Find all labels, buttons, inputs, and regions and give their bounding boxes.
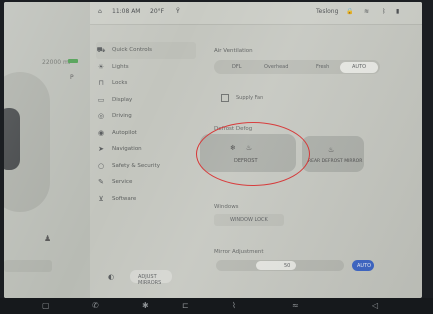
mirror-adjust-heading: Mirror Adjustment <box>214 249 264 255</box>
mirror-icon: ◐ <box>108 273 115 281</box>
sidebar-item-label: Navigation <box>112 146 142 153</box>
mirror-slider[interactable]: 50 <box>216 260 344 271</box>
steering-icon: ◎ <box>97 112 105 121</box>
seg-option-dfl[interactable]: DFL <box>232 64 242 70</box>
navigation-icon: ➤ <box>98 145 104 154</box>
car-icon: ⛟ <box>96 45 106 54</box>
sidebar-item-label: Autopilot <box>112 129 137 136</box>
adjust-mirrors-label: ADJUST MIRRORS <box>138 273 162 286</box>
highlight-annotation-circle <box>196 122 310 186</box>
seat-heat-icon[interactable]: ≈ <box>292 301 299 310</box>
window-lock-label: WINDOW LOCK <box>230 217 268 223</box>
bluetooth-icon: ᛒ <box>382 8 386 15</box>
supply-fan-label: Supply Fan <box>236 95 264 101</box>
sidebar-item-label: Display <box>112 96 133 103</box>
software-icon: ⊻ <box>98 194 104 203</box>
sidebar-item-display[interactable]: ▭ Display <box>96 92 196 109</box>
profile-name[interactable]: Teslong <box>316 8 338 15</box>
sidebar-item-autopilot[interactable]: ◉ Autopilot <box>96 125 196 142</box>
rear-defrost-icon: ♨ <box>328 146 335 154</box>
shield-icon: ○ <box>97 161 105 170</box>
sidebar-item-driving[interactable]: ◎ Driving <box>96 108 196 125</box>
sidebar-item-label: Safety & Security <box>112 162 160 169</box>
sidebar-item-locks[interactable]: ⊓ Locks <box>96 75 196 92</box>
ventilation-mode-selector[interactable]: DFL Overhead Fresh AUTO <box>214 60 380 74</box>
tire-icon: Ÿ <box>176 8 180 15</box>
touchscreen: 22000 mi P ♟ ⌂ 11:08 AM 20°F Ÿ Teslong 🔒… <box>4 2 422 298</box>
wifi-icon: ≋ <box>364 8 370 15</box>
seatbelt-icon: ♟ <box>44 234 52 243</box>
sidebar-item-safety[interactable]: ○ Safety & Security <box>96 158 196 175</box>
slider-value: 50 <box>284 262 291 269</box>
wrench-icon: ✎ <box>98 178 104 187</box>
temperature-icon[interactable]: ⌇ <box>232 301 236 310</box>
adjust-mirrors-button[interactable]: ADJUST MIRRORS <box>130 270 172 286</box>
sidebar-item-lights[interactable]: ☀ Lights <box>96 59 196 76</box>
car-icon[interactable]: ⌂ <box>98 8 102 15</box>
air-ventilation-heading: Air Ventilation <box>214 48 253 54</box>
seg-option-overhead[interactable]: Overhead <box>264 64 288 70</box>
drive-info-bar <box>4 260 52 272</box>
windows-heading: Windows <box>214 204 239 210</box>
seat-icon[interactable]: ⊏ <box>182 301 189 310</box>
sidebar-item-label: Lights <box>112 63 129 70</box>
sidebar-item-navigation[interactable]: ➤ Navigation <box>96 141 196 158</box>
phone-icon[interactable]: ✆ <box>92 301 99 310</box>
status-bar: ⌂ 11:08 AM 20°F Ÿ Teslong 🔒 ≋ ᛒ ▮ <box>90 2 422 25</box>
fan-icon[interactable]: ✱ <box>142 301 149 310</box>
volume-icon[interactable]: ◁ <box>372 301 378 310</box>
device-frame: 22000 mi P ♟ ⌂ 11:08 AM 20°F Ÿ Teslong 🔒… <box>0 0 433 314</box>
lights-icon: ☀ <box>97 62 105 71</box>
clock: 11:08 AM <box>112 8 141 15</box>
autopilot-icon: ◉ <box>97 128 105 137</box>
seg-option-fresh[interactable]: Fresh <box>316 64 329 70</box>
car-visualization-panel: 22000 mi P ♟ <box>4 2 90 298</box>
display-icon: ▭ <box>97 95 105 104</box>
sidebar-item-label: Driving <box>112 113 132 120</box>
lock-icon: ⊓ <box>98 79 104 88</box>
sidebar-item-software[interactable]: ⊻ Software <box>96 191 196 208</box>
sidebar-item-label: Software <box>112 195 137 202</box>
seg-option-auto[interactable]: AUTO <box>352 64 366 70</box>
rear-defrost-label: REAR DEFROST MIRROR <box>308 159 363 164</box>
sidebar-item-label: Service <box>112 179 133 186</box>
signal-icon: ▮ <box>396 8 400 15</box>
rear-defrost-button[interactable]: ♨ REAR DEFROST MIRROR <box>302 136 364 172</box>
window-lock-button[interactable]: WINDOW LOCK <box>214 214 284 226</box>
sidebar-item-label: Locks <box>112 80 128 87</box>
gear-indicator: P <box>70 74 74 81</box>
bottom-dock: ▢ ✆ ✱ ⊏ ⌇ ≈ ◁ <box>0 298 433 314</box>
supply-fan-checkbox[interactable] <box>221 94 229 102</box>
auto-button[interactable]: AUTO <box>352 260 374 271</box>
auto-label: AUTO <box>357 262 372 269</box>
menu-icon[interactable]: ▢ <box>42 301 50 310</box>
car-window-shape <box>4 108 20 170</box>
sidebar-item-service[interactable]: ✎ Service <box>96 174 196 191</box>
outside-temp: 20°F <box>150 8 165 15</box>
settings-sidebar: ⛟ Quick Controls ☀ Lights ⊓ Locks ▭ Disp… <box>96 42 196 207</box>
lock-icon[interactable]: 🔒 <box>346 8 353 15</box>
sidebar-item-label: Quick Controls <box>112 47 153 54</box>
sidebar-item-quick-controls[interactable]: ⛟ Quick Controls <box>96 42 196 59</box>
battery-indicator <box>68 59 78 63</box>
mileage-text: 22000 mi <box>42 59 71 66</box>
